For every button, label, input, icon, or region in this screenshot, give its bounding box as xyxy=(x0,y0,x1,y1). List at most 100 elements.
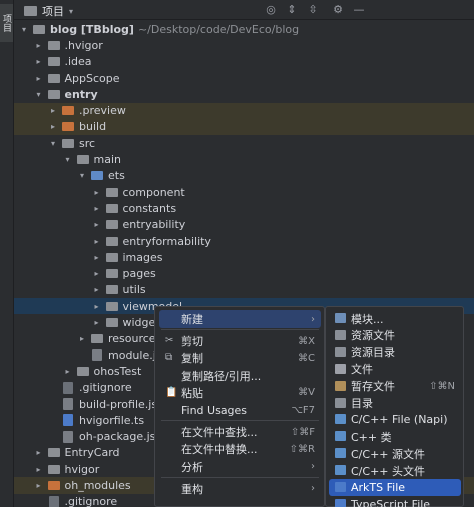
chevron-right-icon[interactable]: ▸ xyxy=(92,253,102,262)
tree-item[interactable]: ▾ src xyxy=(14,135,474,151)
context-menu-item-label: Find Usages xyxy=(181,403,248,417)
new-submenu-item-label: C/C++ File (Napi) xyxy=(351,413,448,427)
new-submenu-item[interactable]: 资源目录 xyxy=(329,344,461,361)
chevron-right-icon[interactable]: ▸ xyxy=(48,122,58,131)
project-tool-tab[interactable]: 项目 xyxy=(0,4,13,42)
copy-icon: ⧉ xyxy=(165,352,173,364)
tree-item-label: main xyxy=(93,153,121,167)
context-menu-item-label: 重构 xyxy=(181,482,203,496)
new-submenu-item[interactable]: C/C++ 头文件 xyxy=(329,462,461,479)
new-submenu-item-label: C/C++ 源文件 xyxy=(351,447,425,461)
new-submenu-item[interactable]: ArkTS File xyxy=(329,479,461,496)
tree-item-label: ohosTest xyxy=(93,364,142,378)
chevron-right-icon[interactable]: ▸ xyxy=(34,481,44,490)
tree-item[interactable]: ▸ AppScope xyxy=(14,70,474,86)
chevron-right-icon[interactable]: ▸ xyxy=(63,367,73,376)
tree-item[interactable]: ▾ main xyxy=(14,151,474,167)
context-menu-item-label: 在文件中查找... xyxy=(181,426,258,440)
chevron-down-icon[interactable]: ▾ xyxy=(63,155,73,164)
tree-item[interactable]: ▸ pages xyxy=(14,266,474,282)
new-submenu-item[interactable]: C/C++ File (Napi) xyxy=(329,411,461,428)
collapse-all-icon[interactable]: ⇳ xyxy=(305,2,321,18)
tree-item[interactable]: ▸ constants xyxy=(14,200,474,216)
tree-item[interactable]: ▸ entryability xyxy=(14,217,474,233)
new-submenu-item[interactable]: TypeScript File xyxy=(329,496,461,507)
chevron-right-icon[interactable]: ▸ xyxy=(92,285,102,294)
new-submenu-item[interactable]: 模块... xyxy=(329,310,461,327)
minimize-icon[interactable]: — xyxy=(351,2,367,18)
chevron-right-icon[interactable]: ▸ xyxy=(92,269,102,278)
tree-item[interactable]: ▸ images xyxy=(14,249,474,265)
chevron-right-icon[interactable]: ▸ xyxy=(34,74,44,83)
chevron-right-icon[interactable]: ▸ xyxy=(34,41,44,50)
folder-icon xyxy=(105,236,118,246)
context-menu-item[interactable]: 在文件中查找... ⇧⌘F xyxy=(159,423,321,441)
folder-icon xyxy=(47,40,60,50)
json-file-icon xyxy=(63,430,73,443)
chevron-right-icon[interactable]: ▸ xyxy=(92,302,102,311)
new-submenu-item-label: C/C++ 头文件 xyxy=(351,464,425,478)
context-menu-item[interactable]: 📋 粘贴 ⌘V xyxy=(159,384,321,402)
chevron-right-icon[interactable]: ▸ xyxy=(92,220,102,229)
tree-item[interactable]: ▸ entryformability xyxy=(14,233,474,249)
context-menu-item[interactable]: Find Usages ⌥F7 xyxy=(159,401,321,419)
context-menu-item-label: 新建 xyxy=(181,313,203,326)
tree-item-label: hvigor xyxy=(64,462,100,476)
file-type-icon xyxy=(335,329,346,340)
context-menu-item[interactable]: 重构 › xyxy=(159,480,321,498)
new-submenu-item[interactable]: C/C++ 源文件 xyxy=(329,445,461,462)
tree-item-label: EntryCard xyxy=(64,446,120,460)
git-file-icon xyxy=(63,381,73,394)
tree-item[interactable]: ▾ blog [TBblog] ~/Desktop/code/DevEco/blog xyxy=(14,21,474,37)
tree-item-label: .preview xyxy=(79,104,126,118)
chevron-right-icon[interactable]: ▸ xyxy=(92,318,102,327)
chevron-right-icon[interactable]: ▸ xyxy=(77,334,87,343)
tree-item[interactable]: ▸ .idea xyxy=(14,54,474,70)
new-submenu-item[interactable]: 资源文件 xyxy=(329,327,461,344)
new-submenu-item[interactable]: 文件 xyxy=(329,361,461,378)
chevron-right-icon[interactable]: ▸ xyxy=(92,204,102,213)
chevron-down-icon[interactable]: ▾ xyxy=(19,25,29,34)
tree-item[interactable]: ▸ build xyxy=(14,118,474,136)
chevron-right-icon[interactable]: ▸ xyxy=(92,237,102,246)
settings-icon[interactable]: ⚙ xyxy=(330,2,346,18)
tree-item[interactable]: ▸ .preview xyxy=(14,102,474,119)
project-view-selector[interactable]: 项目 ▾ xyxy=(24,3,73,19)
new-submenu-item[interactable]: 目录 xyxy=(329,395,461,412)
shortcut-hint: ⌘C xyxy=(298,352,315,364)
chevron-down-icon[interactable]: ▾ xyxy=(34,90,44,99)
chevron-right-icon[interactable]: ▸ xyxy=(34,465,44,474)
chevron-right-icon[interactable]: ▸ xyxy=(34,448,44,457)
file-type-icon xyxy=(335,380,346,391)
chevron-right-icon[interactable]: ▸ xyxy=(48,106,58,115)
tree-item[interactable]: ▸ utils xyxy=(14,282,474,298)
folder-icon xyxy=(62,138,74,148)
new-submenu-item[interactable]: 暂存文件 ⇧⌘N xyxy=(329,378,461,395)
tree-item[interactable]: ▾ ets xyxy=(14,168,474,184)
folder-icon xyxy=(33,24,45,34)
target-icon[interactable]: ◎ xyxy=(263,2,279,18)
file-type-icon xyxy=(335,465,346,476)
tree-item-label: blog [TBblog] xyxy=(50,22,134,36)
context-menu-item[interactable]: ⧉ 复制 ⌘C xyxy=(159,349,321,367)
paste-icon: 📋 xyxy=(165,386,178,398)
tree-item-label: .gitignore xyxy=(79,381,132,395)
new-submenu-item-label: 模块... xyxy=(351,312,384,326)
tree-item[interactable]: ▾ entry xyxy=(14,86,474,102)
tree-item[interactable]: ▸ component xyxy=(14,184,474,200)
tree-item[interactable]: ▸ .hvigor xyxy=(14,37,474,53)
chevron-down-icon[interactable]: ▾ xyxy=(77,171,87,180)
expand-all-icon[interactable]: ⇕ xyxy=(284,2,300,18)
tree-item-label: .gitignore xyxy=(64,495,118,507)
chevron-right-icon[interactable]: ▸ xyxy=(92,188,102,197)
new-submenu-item-label: ArkTS File xyxy=(351,481,406,494)
file-type-icon xyxy=(335,498,346,507)
new-submenu-item[interactable]: C++ 类 xyxy=(329,428,461,445)
context-menu-item[interactable]: 分析 › xyxy=(159,458,321,476)
context-menu-item[interactable]: 新建 › xyxy=(159,310,321,328)
chevron-down-icon[interactable]: ▾ xyxy=(48,139,58,148)
context-menu-item[interactable]: ✂ 剪切 ⌘X xyxy=(159,332,321,350)
chevron-right-icon[interactable]: ▸ xyxy=(34,57,44,66)
context-menu-item[interactable]: 复制路径/引用... xyxy=(159,367,321,385)
context-menu-item[interactable]: 在文件中替换... ⇧⌘R xyxy=(159,440,321,458)
